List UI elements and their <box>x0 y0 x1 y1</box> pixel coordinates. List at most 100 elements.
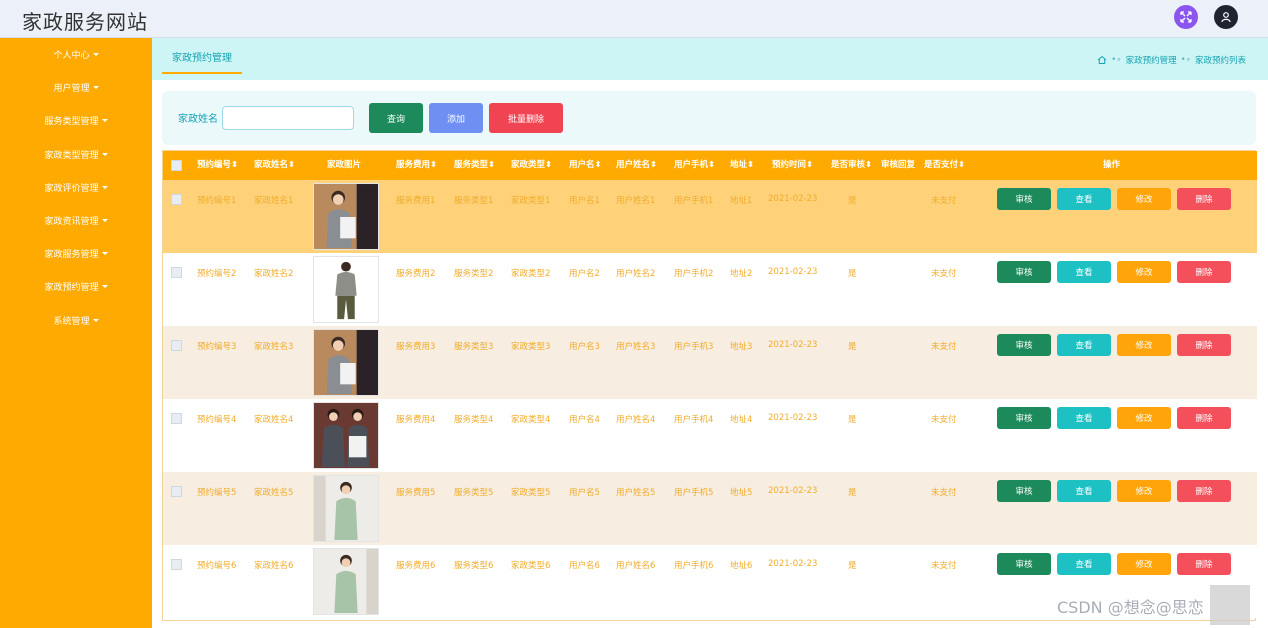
edit-button[interactable]: 修改 <box>1117 480 1171 502</box>
cell-username: 用户名6 <box>569 561 600 571</box>
edit-button[interactable]: 修改 <box>1117 334 1171 356</box>
table-row[interactable]: 预约编号3 家政姓名3 服务费用3 服务类型3 家政类型3 用户名3 用户姓名3… <box>163 326 1257 399</box>
row-checkbox[interactable] <box>171 267 182 278</box>
delete-button[interactable]: 删除 <box>1177 261 1231 283</box>
add-button[interactable]: 添加 <box>429 103 483 133</box>
column-header[interactable]: 预约编号⬍ <box>197 151 238 180</box>
audit-button[interactable]: 审核 <box>997 261 1051 283</box>
top-bar: 家政服务网站 <box>0 0 1268 38</box>
select-all-checkbox[interactable] <box>171 160 182 171</box>
delete-button[interactable]: 删除 <box>1177 553 1231 575</box>
home-icon[interactable] <box>1097 55 1107 65</box>
sidebar-item-system-management[interactable]: 系统管理 <box>0 304 152 337</box>
audit-button[interactable]: 审核 <box>997 188 1051 210</box>
column-header[interactable]: 服务费用⬍ <box>396 151 437 180</box>
cell-order-no: 预约编号5 <box>197 488 237 498</box>
cell-username: 用户名1 <box>569 196 600 206</box>
tab-booking-management[interactable]: 家政预约管理 <box>162 48 242 74</box>
view-button[interactable]: 查看 <box>1057 261 1111 283</box>
cell-user-name: 用户姓名1 <box>616 196 656 206</box>
row-checkbox[interactable] <box>171 486 182 497</box>
audit-button[interactable]: 审核 <box>997 407 1051 429</box>
search-input[interactable] <box>222 106 354 130</box>
tab-bar: 家政预约管理 •∘ 家政预约管理 •∘ 家政预约列表 <box>152 38 1268 80</box>
housekeeper-photo[interactable] <box>313 548 379 615</box>
back-to-top-button[interactable] <box>1210 585 1250 625</box>
column-header[interactable]: 用户手机⬍ <box>674 151 715 180</box>
table-row[interactable]: 预约编号1 家政姓名1 服务费用1 服务类型1 家政类型1 用户名1 用户姓名1… <box>163 180 1257 253</box>
cell-time: 2021-02-23 <box>768 194 818 204</box>
sidebar-item-label: 家政类型管理 <box>44 150 99 161</box>
housekeeper-photo[interactable] <box>313 256 379 323</box>
column-header[interactable]: 是否支付⬍ <box>924 151 965 180</box>
caret-down-icon <box>101 185 108 189</box>
delete-button[interactable]: 删除 <box>1177 188 1231 210</box>
cell-paid: 未支付 <box>931 561 957 571</box>
cell-paid: 未支付 <box>931 196 957 206</box>
sidebar-item-booking-management[interactable]: 家政预约管理 <box>0 270 152 303</box>
delete-button[interactable]: 删除 <box>1177 334 1231 356</box>
breadcrumb-item[interactable]: 家政预约管理 <box>1126 54 1177 66</box>
view-button[interactable]: 查看 <box>1057 480 1111 502</box>
audit-button[interactable]: 审核 <box>997 553 1051 575</box>
column-header[interactable]: 预约时间⬍ <box>772 151 813 180</box>
view-button[interactable]: 查看 <box>1057 334 1111 356</box>
sidebar-item-service-type-management[interactable]: 服务类型管理 <box>0 104 152 137</box>
view-button[interactable]: 查看 <box>1057 553 1111 575</box>
column-header[interactable]: 服务类型⬍ <box>454 151 495 180</box>
sidebar-item-service-management[interactable]: 家政服务管理 <box>0 237 152 270</box>
cell-order-no: 预约编号2 <box>197 269 237 279</box>
cell-phone: 用户手机2 <box>674 269 714 279</box>
edit-button[interactable]: 修改 <box>1117 407 1171 429</box>
view-button[interactable]: 查看 <box>1057 188 1111 210</box>
table-row[interactable]: 预约编号5 家政姓名5 服务费用5 服务类型5 家政类型5 用户名5 用户姓名5… <box>163 472 1257 545</box>
table-row[interactable]: 预约编号2 家政姓名2 服务费用2 服务类型2 家政类型2 用户名2 用户姓名2… <box>163 253 1257 326</box>
cell-service-type: 服务类型2 <box>454 269 494 279</box>
housekeeper-photo[interactable] <box>313 329 379 396</box>
audit-button[interactable]: 审核 <box>997 480 1051 502</box>
cell-housekeeping-type: 家政类型5 <box>511 488 551 498</box>
cell-phone: 用户手机1 <box>674 196 714 206</box>
column-header[interactable]: 家政类型⬍ <box>511 151 552 180</box>
table-row[interactable]: 预约编号4 家政姓名4 服务费用4 服务类型4 家政类型4 用户名4 用户姓名4… <box>163 399 1257 472</box>
column-header[interactable]: 家政姓名⬍ <box>254 151 295 180</box>
edit-button[interactable]: 修改 <box>1117 188 1171 210</box>
breadcrumb-separator-icon: •∘ <box>1111 55 1122 65</box>
fullscreen-icon[interactable] <box>1174 5 1198 29</box>
cell-fee: 服务费用3 <box>396 342 436 352</box>
query-button[interactable]: 查询 <box>369 103 423 133</box>
sidebar-item-personal-center[interactable]: 个人中心 <box>0 38 152 71</box>
column-header[interactable]: 地址⬍ <box>730 151 754 180</box>
row-checkbox[interactable] <box>171 194 182 205</box>
sidebar-item-review-management[interactable]: 家政评价管理 <box>0 171 152 204</box>
table-header: 预约编号⬍ 家政姓名⬍ 家政图片 服务费用⬍ 服务类型⬍ 家政类型⬍ 用户名⬍ … <box>163 151 1257 180</box>
batch-delete-button[interactable]: 批量删除 <box>489 103 563 133</box>
cell-audited: 是 <box>848 269 857 279</box>
column-header: 操作 <box>1103 160 1121 170</box>
sidebar-item-user-management[interactable]: 用户管理 <box>0 71 152 104</box>
cell-fee: 服务费用5 <box>396 488 436 498</box>
edit-button[interactable]: 修改 <box>1117 553 1171 575</box>
user-avatar-icon[interactable] <box>1214 5 1238 29</box>
edit-button[interactable]: 修改 <box>1117 261 1171 283</box>
cell-service-type: 服务类型3 <box>454 342 494 352</box>
column-header[interactable]: 用户姓名⬍ <box>616 151 657 180</box>
row-checkbox[interactable] <box>171 340 182 351</box>
cell-user-name: 用户姓名3 <box>616 342 656 352</box>
sidebar-item-housekeeping-type-management[interactable]: 家政类型管理 <box>0 138 152 171</box>
cell-order-no: 预约编号6 <box>197 561 237 571</box>
housekeeper-photo[interactable] <box>313 183 379 250</box>
breadcrumb-separator-icon: •∘ <box>1180 55 1191 65</box>
delete-button[interactable]: 删除 <box>1177 407 1231 429</box>
column-header[interactable]: 是否审核⬍ <box>831 151 872 180</box>
row-checkbox[interactable] <box>171 413 182 424</box>
delete-button[interactable]: 删除 <box>1177 480 1231 502</box>
sidebar-item-news-management[interactable]: 家政资讯管理 <box>0 204 152 237</box>
housekeeper-photo[interactable] <box>313 402 379 469</box>
column-header[interactable]: 用户名⬍ <box>569 151 602 180</box>
column-header: 家政图片 <box>327 160 362 170</box>
row-checkbox[interactable] <box>171 559 182 570</box>
view-button[interactable]: 查看 <box>1057 407 1111 429</box>
housekeeper-photo[interactable] <box>313 475 379 542</box>
audit-button[interactable]: 审核 <box>997 334 1051 356</box>
